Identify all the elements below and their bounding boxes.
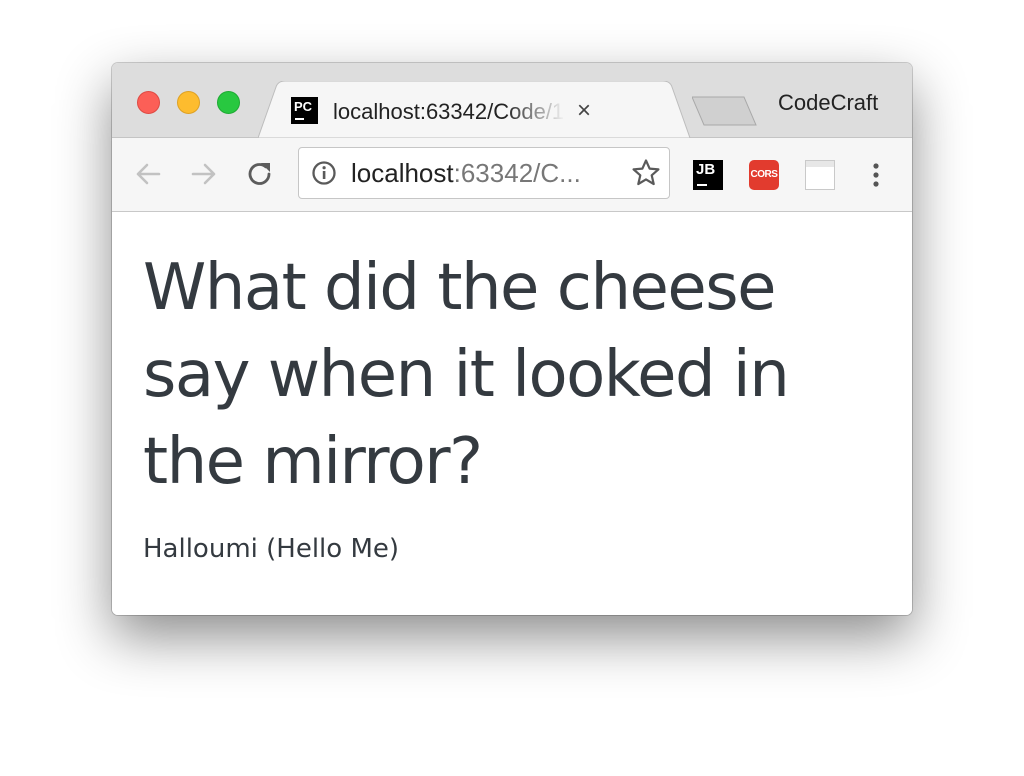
cors-extension-icon[interactable]: CORS (749, 160, 779, 190)
new-tab-button[interactable] (691, 96, 758, 131)
tab-close-icon[interactable]: × (573, 99, 595, 123)
kebab-menu-icon[interactable] (870, 160, 882, 190)
close-window-button[interactable] (137, 91, 160, 114)
star-icon[interactable] (631, 158, 661, 188)
arrow-left-icon (136, 163, 161, 185)
pycharm-favicon-icon: PC (291, 97, 318, 124)
new-tab-icon (691, 96, 757, 126)
url-rest: :63342/C... (453, 158, 581, 188)
zoom-window-button[interactable] (217, 91, 240, 114)
info-icon[interactable] (311, 160, 337, 186)
arrow-right-icon (191, 163, 216, 185)
forward-button[interactable] (188, 158, 220, 190)
joke-question: What did the cheese say when it looked i… (143, 251, 790, 499)
cors-extension-label: CORS (750, 169, 778, 180)
browser-window: PC localhost:63342/Code/1.qu × CodeCraft (112, 63, 912, 615)
reload-button[interactable] (244, 158, 276, 190)
blank-extension-icon[interactable] (805, 160, 835, 190)
back-button[interactable] (132, 158, 164, 190)
page-content: What did the cheese say when it looked i… (112, 212, 912, 615)
address-bar[interactable]: localhost:63342/C... (298, 147, 670, 199)
tab-active[interactable]: PC localhost:63342/Code/1.qu × (258, 81, 696, 138)
joke-answer: Halloumi (Hello Me) (143, 534, 400, 564)
jetbrains-extension-icon[interactable]: JB (693, 160, 723, 190)
toolbar: localhost:63342/C... JB CORS (112, 138, 912, 212)
url-text[interactable]: localhost:63342/C... (351, 158, 581, 188)
favicon-label: PC (294, 99, 313, 114)
url-host: localhost (351, 158, 454, 188)
reload-icon (248, 163, 271, 185)
minimize-window-button[interactable] (177, 91, 200, 114)
profile-name[interactable]: CodeCraft (778, 89, 878, 117)
jb-extension-label: JB (696, 161, 716, 178)
tab-strip: PC localhost:63342/Code/1.qu × CodeCraft (112, 63, 912, 138)
